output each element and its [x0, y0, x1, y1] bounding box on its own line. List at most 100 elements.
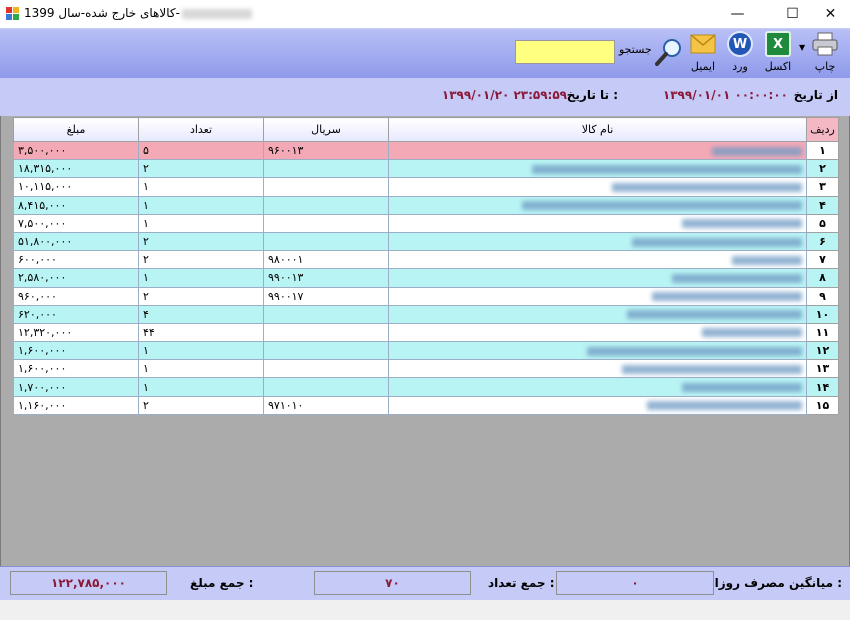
table-row[interactable]: ۹۶۰,۰۰۰ ۲ ۹۹۰۰۱۷ ۹ — [13, 286, 839, 306]
row-index-cell[interactable]: ۷ — [806, 250, 839, 270]
search-input[interactable] — [515, 40, 615, 64]
product-name-cell[interactable] — [388, 195, 807, 215]
serial-cell[interactable]: ۹۹۰۰۱۳ — [263, 268, 389, 288]
amount-cell[interactable]: ۵۱,۸۰۰,۰۰۰ — [13, 231, 139, 252]
col-header-count[interactable]: تعداد — [138, 117, 264, 142]
amount-cell[interactable]: ۱,۶۰۰,۰۰۰ — [13, 341, 139, 361]
row-index-cell[interactable]: ۱۵ — [806, 395, 839, 415]
serial-cell[interactable] — [263, 159, 389, 179]
count-cell[interactable]: ۲ — [138, 231, 264, 252]
amount-cell[interactable]: ۲,۵۸۰,۰۰۰ — [13, 268, 139, 288]
count-cell[interactable]: ۴ — [138, 304, 264, 324]
serial-cell[interactable] — [263, 304, 389, 324]
row-index-cell[interactable]: ۴ — [806, 195, 839, 215]
amount-cell[interactable]: ۱,۶۰۰,۰۰۰ — [13, 359, 139, 379]
amount-cell[interactable]: ۱۸,۳۱۵,۰۰۰ — [13, 159, 139, 179]
product-name-cell[interactable] — [388, 250, 807, 270]
count-cell[interactable]: ۱ — [138, 195, 264, 215]
table-row[interactable]: ۵۱,۸۰۰,۰۰۰ ۲ ۶ — [13, 231, 839, 252]
amount-cell[interactable]: ۱۰,۱۱۵,۰۰۰ — [13, 177, 139, 197]
amount-cell[interactable]: ۹۶۰,۰۰۰ — [13, 286, 139, 306]
product-name-cell[interactable] — [388, 304, 807, 324]
serial-cell[interactable] — [263, 231, 389, 252]
col-header-serial[interactable]: سریال — [263, 117, 389, 142]
table-row[interactable]: ۱۰,۱۱۵,۰۰۰ ۱ ۳ — [13, 177, 839, 197]
table-row[interactable]: ۶۰۰,۰۰۰ ۲ ۹۸۰۰۰۱ ۷ — [13, 250, 839, 270]
serial-cell[interactable]: ۹۶۰۰۱۳ — [263, 140, 389, 161]
serial-cell[interactable] — [263, 213, 389, 233]
serial-cell[interactable] — [263, 377, 389, 397]
row-index-cell[interactable]: ۱ — [806, 140, 839, 161]
table-row[interactable]: ۱,۱۶۰,۰۰۰ ۲ ۹۷۱۰۱۰ ۱۵ — [13, 395, 839, 415]
table-row[interactable]: ۱,۶۰۰,۰۰۰ ۱ ۱۲ — [13, 341, 839, 361]
amount-cell[interactable]: ۷,۵۰۰,۰۰۰ — [13, 213, 139, 233]
product-name-cell[interactable] — [388, 377, 807, 397]
table-row[interactable]: ۱۸,۳۱۵,۰۰۰ ۲ ۲ — [13, 159, 839, 179]
minimize-button[interactable]: — — [715, 0, 760, 28]
amount-cell[interactable]: ۱,۷۰۰,۰۰۰ — [13, 377, 139, 397]
col-header-name[interactable]: نام کالا — [388, 117, 807, 142]
amount-cell[interactable]: ۱,۱۶۰,۰۰۰ — [13, 395, 139, 415]
product-name-cell[interactable] — [388, 268, 807, 288]
product-name-cell[interactable] — [388, 140, 807, 161]
count-cell[interactable]: ۲ — [138, 159, 264, 179]
count-cell[interactable]: ۱ — [138, 359, 264, 379]
col-header-index[interactable]: ردیف — [806, 117, 839, 142]
table-row[interactable]: ۸,۴۱۵,۰۰۰ ۱ ۴ — [13, 195, 839, 215]
serial-cell[interactable] — [263, 322, 389, 343]
email-button[interactable]: ایمیل — [688, 31, 718, 77]
count-cell[interactable]: ۱ — [138, 268, 264, 288]
print-button[interactable]: چاپ — [808, 31, 842, 77]
serial-cell[interactable]: ۹۹۰۰۱۷ — [263, 286, 389, 306]
serial-cell[interactable] — [263, 359, 389, 379]
chevron-down-icon[interactable]: ▼ — [799, 43, 805, 52]
close-button[interactable]: ✕ — [808, 0, 850, 28]
product-name-cell[interactable] — [388, 231, 807, 252]
count-cell[interactable]: ۲ — [138, 286, 264, 306]
row-index-cell[interactable]: ۱۴ — [806, 377, 839, 397]
excel-button[interactable]: X اکسل — [763, 31, 793, 77]
row-index-cell[interactable]: ۱۱ — [806, 322, 839, 343]
amount-cell[interactable]: ۶۲۰,۰۰۰ — [13, 304, 139, 324]
count-cell[interactable]: ۱ — [138, 177, 264, 197]
count-cell[interactable]: ۵ — [138, 140, 264, 161]
table-row[interactable]: ۲,۵۸۰,۰۰۰ ۱ ۹۹۰۰۱۳ ۸ — [13, 268, 839, 288]
serial-cell[interactable]: ۹۸۰۰۰۱ — [263, 250, 389, 270]
row-index-cell[interactable]: ۱۳ — [806, 359, 839, 379]
table-row[interactable]: ۶۲۰,۰۰۰ ۴ ۱۰ — [13, 304, 839, 324]
amount-cell[interactable]: ۶۰۰,۰۰۰ — [13, 250, 139, 270]
count-cell[interactable]: ۴۴ — [138, 322, 264, 343]
table-row[interactable]: ۱۲,۳۲۰,۰۰۰ ۴۴ ۱۱ — [13, 322, 839, 343]
table-row[interactable]: ۷,۵۰۰,۰۰۰ ۱ ۵ — [13, 213, 839, 233]
row-index-cell[interactable]: ۵ — [806, 213, 839, 233]
table-row[interactable]: ۳,۵۰۰,۰۰۰ ۵ ۹۶۰۰۱۳ ۱ — [13, 140, 839, 161]
product-name-cell[interactable] — [388, 286, 807, 306]
serial-cell[interactable] — [263, 177, 389, 197]
product-name-cell[interactable] — [388, 213, 807, 233]
magnifier-icon[interactable] — [654, 37, 684, 67]
serial-cell[interactable]: ۹۷۱۰۱۰ — [263, 395, 389, 415]
row-index-cell[interactable]: ۶ — [806, 231, 839, 252]
serial-cell[interactable] — [263, 341, 389, 361]
row-index-cell[interactable]: ۳ — [806, 177, 839, 197]
amount-cell[interactable]: ۳,۵۰۰,۰۰۰ — [13, 140, 139, 161]
word-button[interactable]: W ورد — [726, 31, 754, 77]
row-index-cell[interactable]: ۱۲ — [806, 341, 839, 361]
row-index-cell[interactable]: ۸ — [806, 268, 839, 288]
product-name-cell[interactable] — [388, 395, 807, 415]
count-cell[interactable]: ۲ — [138, 250, 264, 270]
serial-cell[interactable] — [263, 195, 389, 215]
table-row[interactable]: ۱,۷۰۰,۰۰۰ ۱ ۱۴ — [13, 377, 839, 397]
count-cell[interactable]: ۲ — [138, 395, 264, 415]
count-cell[interactable]: ۱ — [138, 377, 264, 397]
row-index-cell[interactable]: ۹ — [806, 286, 839, 306]
row-index-cell[interactable]: ۱۰ — [806, 304, 839, 324]
product-name-cell[interactable] — [388, 359, 807, 379]
col-header-amount[interactable]: مبلغ — [13, 117, 139, 142]
count-cell[interactable]: ۱ — [138, 213, 264, 233]
table-row[interactable]: ۱,۶۰۰,۰۰۰ ۱ ۱۳ — [13, 359, 839, 379]
product-name-cell[interactable] — [388, 159, 807, 179]
amount-cell[interactable]: ۸,۴۱۵,۰۰۰ — [13, 195, 139, 215]
amount-cell[interactable]: ۱۲,۳۲۰,۰۰۰ — [13, 322, 139, 343]
product-name-cell[interactable] — [388, 177, 807, 197]
